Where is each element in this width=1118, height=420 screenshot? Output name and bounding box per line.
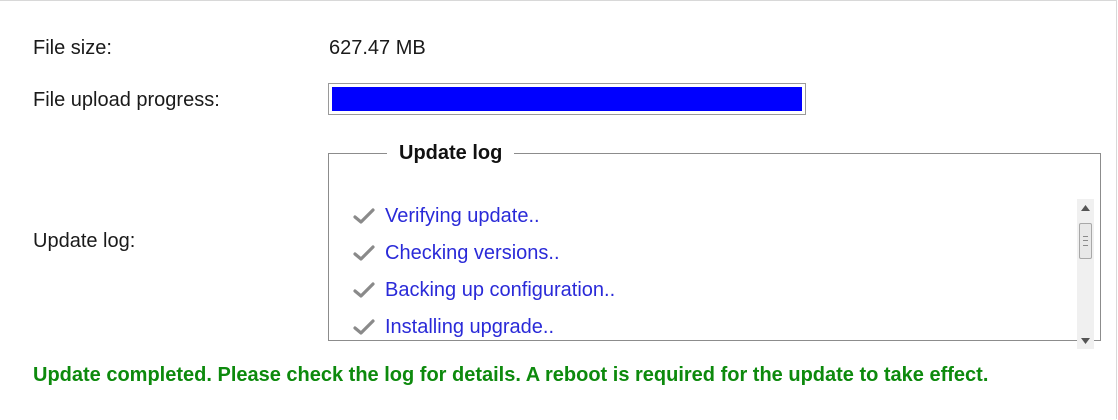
update-log-scroll-area[interactable]: Verifying update.. Checking versions.. B… <box>329 187 1100 340</box>
log-entry: Backing up configuration.. <box>353 271 615 308</box>
log-entry-text[interactable]: Checking versions.. <box>385 241 560 265</box>
firmware-update-panel: File size: 627.47 MB File upload progres… <box>0 0 1117 419</box>
checkmark-icon <box>353 244 385 261</box>
upload-progress-bar <box>328 83 806 115</box>
log-entry-text[interactable]: Installing upgrade.. <box>385 315 554 339</box>
scrollbar-thumb[interactable] <box>1079 223 1092 259</box>
log-entry: Checking versions.. <box>353 234 615 271</box>
update-status-message: Update completed. Please check the log f… <box>33 364 989 386</box>
log-entry: Verifying update.. <box>353 197 615 234</box>
update-log-legend: Update log <box>399 142 503 164</box>
checkmark-icon <box>353 207 385 224</box>
update-log-label: Update log: <box>33 230 136 252</box>
file-size-label: File size: <box>33 37 112 59</box>
scroll-down-icon[interactable] <box>1077 332 1094 349</box>
file-size-value: 627.47 MB <box>329 37 426 59</box>
update-log-box: Update log Verifying update.. Checking v… <box>328 141 1101 349</box>
log-entry: Installing upgrade.. <box>353 308 615 340</box>
update-log-scrollbar[interactable] <box>1077 199 1094 349</box>
upload-progress-label: File upload progress: <box>33 89 220 111</box>
update-log-list: Verifying update.. Checking versions.. B… <box>353 197 615 340</box>
scroll-up-icon[interactable] <box>1077 199 1094 216</box>
checkmark-icon <box>353 318 385 335</box>
log-entry-text[interactable]: Backing up configuration.. <box>385 278 615 302</box>
grip-icon <box>1083 236 1088 246</box>
checkmark-icon <box>353 281 385 298</box>
upload-progress-fill <box>332 87 802 111</box>
log-entry-text[interactable]: Verifying update.. <box>385 204 540 228</box>
